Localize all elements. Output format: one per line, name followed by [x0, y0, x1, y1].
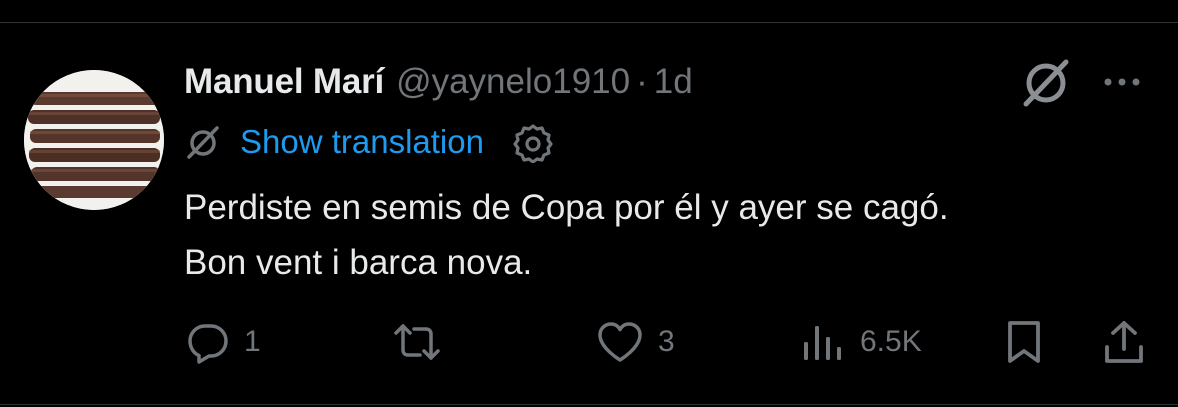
display-name[interactable]: Manuel Marí	[184, 62, 384, 102]
tweet-text-line: Perdiste en semis de Copa por él y ayer …	[184, 188, 949, 227]
share-button[interactable]	[1102, 312, 1146, 372]
tweet-header: Manuel Marí @yaynelo1910 · 1d	[184, 56, 693, 108]
retweet-button[interactable]	[392, 312, 456, 372]
views-button[interactable]: 6.5K	[802, 312, 922, 372]
share-icon	[1102, 319, 1146, 365]
tweet-actions: 1 3 6.5K	[0, 312, 1178, 372]
top-divider	[0, 22, 1178, 23]
bottom-divider	[0, 404, 1178, 405]
separator-dot: ·	[636, 62, 648, 101]
retweet-icon	[392, 320, 442, 364]
avatar[interactable]	[24, 70, 164, 210]
tweet-text: Perdiste en semis de Copa por él y ayer …	[184, 180, 1164, 290]
like-count: 3	[658, 325, 675, 358]
show-translation-link[interactable]: Show translation	[240, 123, 484, 161]
reply-count: 1	[244, 325, 261, 358]
tweet-text-line: Bon vent i barca nova.	[184, 243, 533, 282]
gear-icon[interactable]	[512, 121, 554, 164]
heart-icon	[596, 320, 644, 364]
reply-icon	[186, 320, 230, 364]
like-button[interactable]: 3	[596, 312, 675, 372]
bookmark-button[interactable]	[1004, 312, 1044, 372]
bookmark-icon	[1004, 319, 1044, 365]
more-options-icon[interactable]	[1100, 62, 1144, 102]
views-icon	[802, 320, 846, 364]
views-count: 6.5K	[860, 325, 922, 358]
translation-row: Show translation	[184, 118, 554, 166]
user-handle[interactable]: @yaynelo1910	[396, 62, 630, 102]
grok-icon[interactable]	[1018, 56, 1074, 108]
reply-button[interactable]: 1	[186, 312, 261, 372]
translate-slash-icon	[184, 123, 222, 161]
tweet-time[interactable]: 1d	[654, 62, 693, 102]
